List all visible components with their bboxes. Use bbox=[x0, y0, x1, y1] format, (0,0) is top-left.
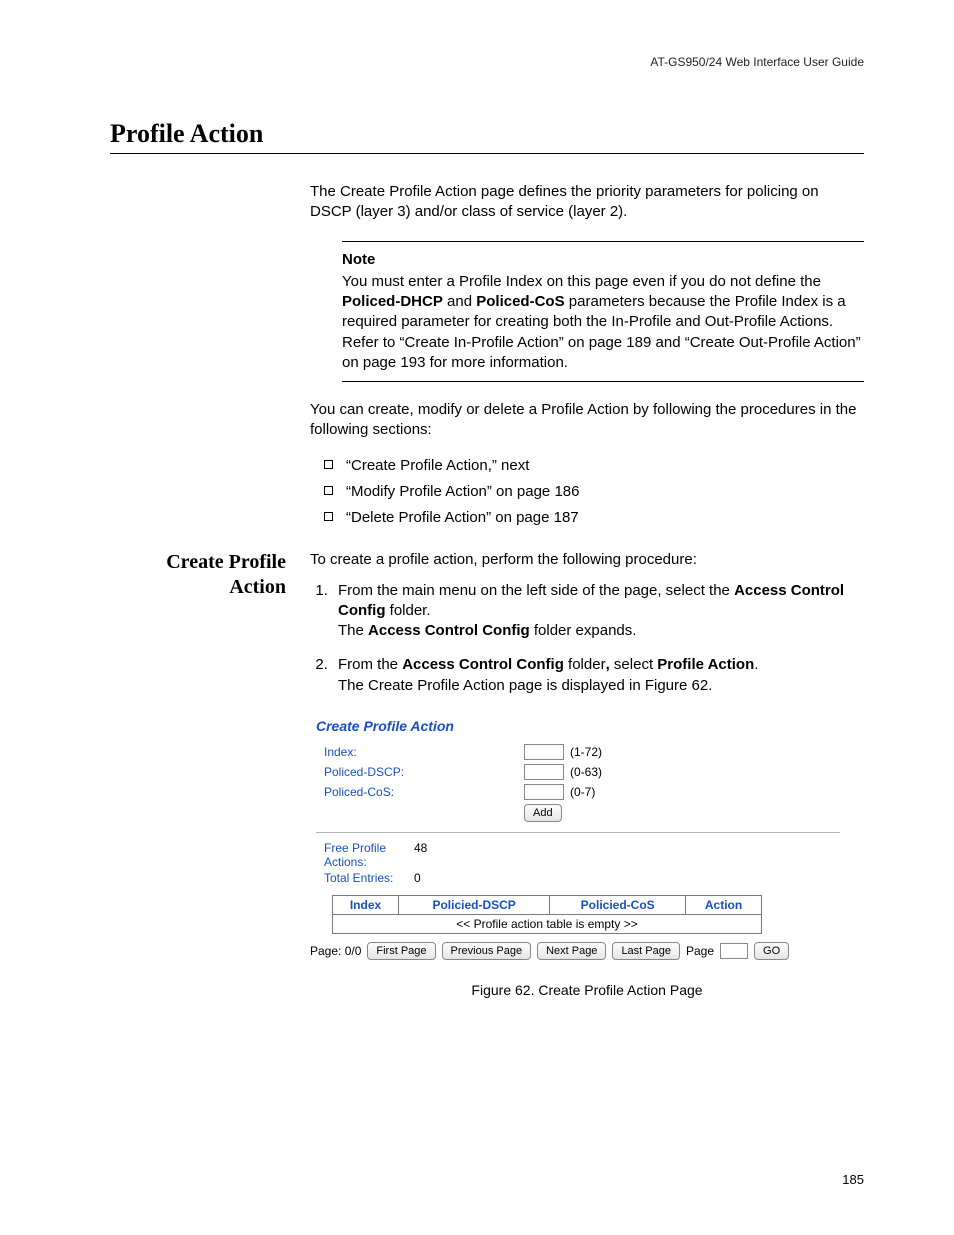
label-total-entries: Total Entries: bbox=[324, 871, 414, 885]
table-header-row: Index Policied-DSCP Policied-CoS Action bbox=[333, 895, 762, 914]
note-text: You must enter a Profile Index on this p… bbox=[342, 273, 821, 290]
step-text: The Create Profile Action page is displa… bbox=[338, 677, 712, 694]
first-page-button[interactable]: First Page bbox=[367, 942, 435, 960]
note-rule-bottom bbox=[342, 381, 864, 382]
label-free-actions: Free Profile Actions: bbox=[324, 841, 414, 869]
value-total-entries: 0 bbox=[414, 871, 421, 885]
pager: Page: 0/0 First Page Previous Page Next … bbox=[310, 942, 840, 960]
page-label: Page bbox=[686, 944, 714, 958]
label-dscp: Policed-DSCP: bbox=[324, 765, 524, 779]
cos-input[interactable] bbox=[524, 784, 564, 800]
range-dscp: (0-63) bbox=[570, 765, 602, 779]
lead-paragraph: You can create, modify or delete a Profi… bbox=[310, 400, 864, 441]
procedure-intro: To create a profile action, perform the … bbox=[310, 550, 864, 570]
note-bold-cos: Policed-CoS bbox=[476, 293, 564, 310]
step-bold: Access Control Config bbox=[402, 656, 564, 673]
table-row: << Profile action table is empty >> bbox=[333, 914, 762, 933]
bullet-list: “Create Profile Action,” next “Modify Pr… bbox=[310, 456, 864, 529]
note-text: and bbox=[443, 293, 476, 310]
col-dscp: Policied-DSCP bbox=[399, 895, 550, 914]
figure-title: Create Profile Action bbox=[316, 718, 840, 734]
last-page-button[interactable]: Last Page bbox=[612, 942, 680, 960]
col-index: Index bbox=[333, 895, 399, 914]
label-index: Index: bbox=[324, 745, 524, 759]
step-text: select bbox=[614, 656, 657, 673]
page-title: Profile Action bbox=[110, 119, 864, 149]
note-rule-top bbox=[342, 241, 864, 242]
bullet-item: “Create Profile Action,” next bbox=[324, 456, 864, 476]
value-free-actions: 48 bbox=[414, 841, 427, 869]
doc-header: AT-GS950/24 Web Interface User Guide bbox=[110, 55, 864, 69]
step-text: The bbox=[338, 622, 368, 639]
divider bbox=[316, 832, 840, 833]
go-button[interactable]: GO bbox=[754, 942, 789, 960]
range-index: (1-72) bbox=[570, 745, 602, 759]
page-number: 185 bbox=[842, 1172, 864, 1187]
note-block: Note You must enter a Profile Index on t… bbox=[342, 241, 864, 383]
index-input[interactable] bbox=[524, 744, 564, 760]
figure-create-profile-action: Create Profile Action Index: (1-72) Poli… bbox=[310, 718, 840, 960]
step-bold: Profile Action bbox=[657, 656, 754, 673]
table-empty-message: << Profile action table is empty >> bbox=[333, 914, 762, 933]
col-action: Action bbox=[686, 895, 762, 914]
label-cos: Policed-CoS: bbox=[324, 785, 524, 799]
range-cos: (0-7) bbox=[570, 785, 595, 799]
step-text: . bbox=[754, 656, 758, 673]
step-bold: Access Control Config bbox=[368, 622, 530, 639]
profile-action-table: Index Policied-DSCP Policied-CoS Action … bbox=[332, 895, 762, 934]
bullet-item: “Delete Profile Action” on page 187 bbox=[324, 508, 864, 528]
step-bold: , bbox=[606, 656, 614, 673]
next-page-button[interactable]: Next Page bbox=[537, 942, 606, 960]
previous-page-button[interactable]: Previous Page bbox=[442, 942, 532, 960]
add-button[interactable]: Add bbox=[524, 804, 562, 822]
step-text: folder bbox=[564, 656, 606, 673]
note-body: You must enter a Profile Index on this p… bbox=[342, 272, 864, 373]
side-heading: Create Profile Action bbox=[110, 550, 310, 600]
intro-paragraph: The Create Profile Action page defines t… bbox=[310, 182, 864, 223]
page-input[interactable] bbox=[720, 943, 748, 959]
step-1: From the main menu on the left side of t… bbox=[332, 581, 864, 642]
step-2: From the Access Control Config folder, s… bbox=[332, 655, 864, 696]
figure-caption: Figure 62. Create Profile Action Page bbox=[310, 982, 864, 998]
step-text: folder expands. bbox=[530, 622, 637, 639]
page-indicator: Page: 0/0 bbox=[310, 944, 361, 958]
step-text: From the main menu on the left side of t… bbox=[338, 582, 734, 599]
bullet-item: “Modify Profile Action” on page 186 bbox=[324, 482, 864, 502]
step-text: From the bbox=[338, 656, 402, 673]
note-heading: Note bbox=[342, 250, 864, 270]
note-bold-dhcp: Policed-DHCP bbox=[342, 293, 443, 310]
step-text: folder. bbox=[385, 602, 430, 619]
title-rule bbox=[110, 153, 864, 154]
col-cos: Policied-CoS bbox=[550, 895, 686, 914]
dscp-input[interactable] bbox=[524, 764, 564, 780]
